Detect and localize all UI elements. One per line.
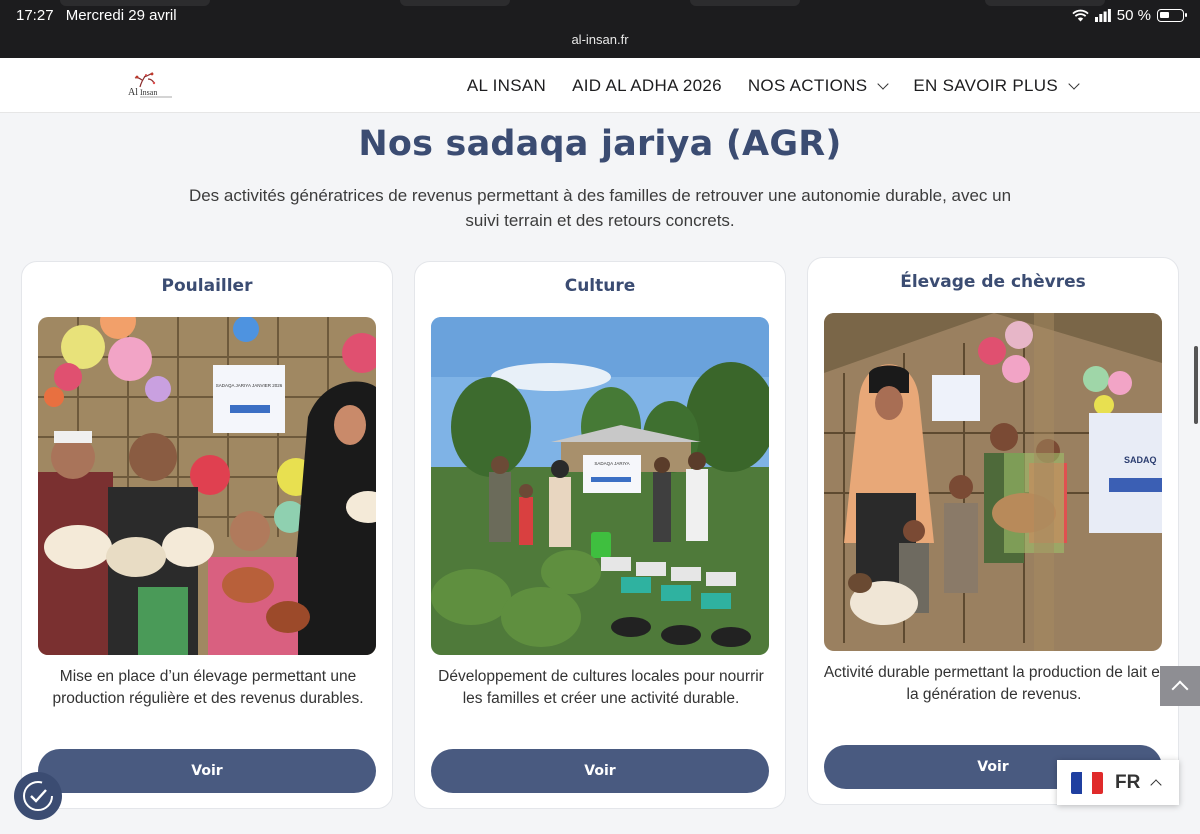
nav-label: EN SAVOIR PLUS [913, 75, 1058, 95]
site-logo[interactable]: Al Insan [126, 71, 174, 99]
accessibility-icon [23, 781, 53, 811]
chevron-up-icon [1171, 680, 1189, 698]
nav-aid-al-adha[interactable]: AID AL ADHA 2026 [572, 76, 722, 96]
sign-text: SADAQ [1124, 455, 1157, 465]
clock: 17:27 [16, 7, 54, 24]
chevron-down-icon [877, 77, 890, 90]
chevron-up-icon [1150, 778, 1162, 791]
france-flag-icon [1071, 771, 1103, 794]
card-title: Élevage de chèvres [900, 272, 1086, 292]
battery-icon [1157, 9, 1187, 22]
section-subtitle: Des activités génératrices de revenus pe… [188, 186, 1012, 230]
card-description: Mise en place d’un élevage permettant un… [52, 668, 364, 707]
card-photo-culture: SADAQA JARIYA [431, 317, 769, 655]
language-switcher[interactable]: FR [1057, 760, 1179, 805]
svg-text:Insan: Insan [140, 88, 157, 97]
card-description: Activité durable permettant la productio… [823, 664, 1165, 703]
voir-button[interactable]: Voir [431, 749, 769, 793]
language-code: FR [1115, 771, 1141, 793]
tab-strip [400, 0, 510, 6]
scrollbar[interactable] [1194, 346, 1198, 424]
nav-label: AL INSAN [466, 75, 547, 95]
sign-text: SADAQA JARIYA [594, 461, 629, 466]
wifi-icon [1072, 9, 1089, 22]
main-nav: AL INSAN AID AL ADHA 2026 NOS ACTIONS EN… [467, 58, 1080, 113]
date: Mercredi 29 avril [65, 7, 177, 24]
nav-label: AID AL ADHA 2026 [572, 75, 722, 95]
card-title: Culture [564, 276, 636, 296]
card-photo-poulailler: SADAQA JARIYA JANVIER 2026 [38, 317, 376, 655]
card-photo-chevres: SADAQ [824, 313, 1162, 651]
site-header: Al Insan AL INSAN AID AL ADHA 2026 NOS A… [0, 58, 1200, 113]
photo-crop-field: SADAQA JARIYA [431, 317, 769, 655]
scroll-top-button[interactable] [1160, 666, 1200, 706]
sign-text: SADAQA JARIYA JANVIER 2026 [216, 383, 283, 388]
voir-button[interactable]: Voir [38, 749, 376, 793]
nav-en-savoir-plus[interactable]: EN SAVOIR PLUS [913, 75, 1080, 96]
status-left: 17:27 Mercredi 29 avril [16, 7, 185, 24]
photo-goat-breeding: SADAQ [824, 313, 1162, 651]
nav-nos-actions[interactable]: NOS ACTIONS [747, 75, 890, 96]
tab-strip [690, 0, 800, 6]
section-title: Nos sadaqa jariya (AGR) [358, 124, 842, 164]
card-description: Développement de cultures locales pour n… [438, 668, 764, 707]
status-right: 50 % [1072, 7, 1187, 24]
signal-icon [1094, 9, 1111, 22]
tab-strip [60, 0, 210, 6]
photo-chicken-coop: SADAQA JARIYA JANVIER 2026 [38, 317, 376, 655]
card-elevage-chevres: Élevage de chèvres SADAQ Activité durabl… [807, 257, 1179, 805]
card-title: Poulailler [161, 276, 253, 296]
battery-percent: 50 % [1116, 7, 1151, 24]
browser-status-bar: 17:27 Mercredi 29 avril 50 % al-insan.fr [0, 0, 1200, 58]
card-culture: Culture SADAQA JARIYA Développement de c… [414, 261, 786, 809]
svg-text:Al: Al [128, 87, 138, 98]
accessibility-button[interactable] [14, 772, 62, 820]
url-bar[interactable]: al-insan.fr [0, 32, 1200, 47]
nav-al-insan[interactable]: AL INSAN [467, 76, 546, 96]
card-poulailler: Poulailler SADAQA JARIYA JANVIER 2026 Mi… [21, 261, 393, 809]
nav-label: NOS ACTIONS [747, 75, 868, 95]
chevron-down-icon [1068, 77, 1080, 90]
tab-strip [985, 0, 1105, 6]
